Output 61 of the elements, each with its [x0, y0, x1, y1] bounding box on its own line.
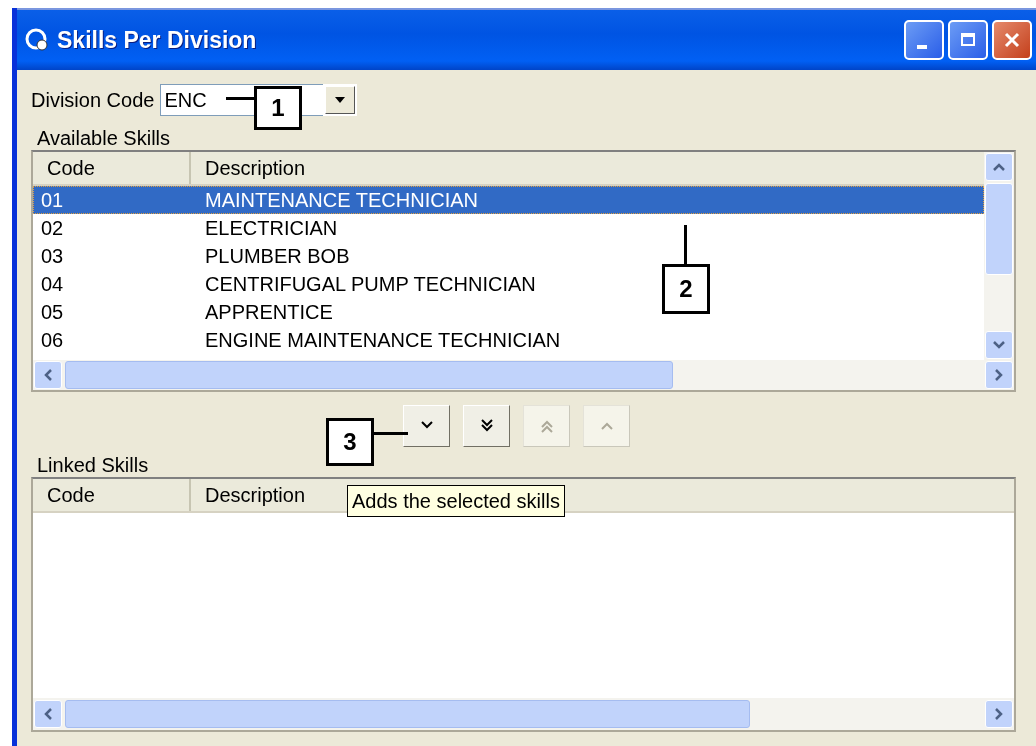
scroll-thumb[interactable]	[65, 361, 673, 389]
scroll-up-button[interactable]	[985, 153, 1013, 181]
minimize-icon	[917, 45, 927, 49]
leader-line	[374, 432, 408, 435]
scroll-down-button[interactable]	[985, 331, 1013, 359]
app-icon	[25, 27, 51, 53]
tooltip: Adds the selected skills	[347, 485, 565, 517]
available-skills-label: Available Skills	[37, 126, 172, 150]
dropdown-arrow-icon	[334, 96, 347, 104]
skill-row[interactable]: 01 MAINTENANCE TECHNICIAN	[33, 186, 984, 214]
window-title: Skills Per Division	[57, 26, 258, 54]
callout-number: 3	[326, 418, 374, 466]
scroll-right-button[interactable]	[985, 700, 1013, 728]
code-cell-text: 06	[40, 328, 65, 353]
skill-row[interactable]: 03 PLUMBER BOB	[33, 242, 350, 270]
code-cell-text: 03	[40, 244, 65, 269]
description-cell-text: MAINTENANCE TECHNICIAN	[204, 188, 478, 213]
scroll-left-button[interactable]	[34, 700, 62, 728]
close-icon	[1002, 30, 1022, 50]
close-button[interactable]	[992, 20, 1032, 60]
code-cell-text: 02	[40, 216, 65, 241]
code-cell-text: 01	[40, 188, 65, 213]
description-cell-text: ELECTRICIAN	[204, 216, 338, 241]
chevron-right-icon	[994, 368, 1004, 382]
chevron-down-icon	[992, 340, 1006, 350]
code-cell-text: 05	[40, 300, 65, 325]
scroll-thumb[interactable]	[65, 700, 750, 728]
callout-number: 1	[254, 86, 302, 130]
code-cell-text: 04	[40, 272, 65, 297]
skill-row[interactable]: 05 APPRENTICE	[33, 298, 333, 326]
description-cell-text: ENGINE MAINTENANCE TECHNICIAN	[204, 328, 561, 353]
column-header[interactable]: Code	[33, 479, 191, 511]
description-cell-text: PLUMBER BOB	[204, 244, 350, 269]
scroll-left-button[interactable]	[34, 361, 62, 389]
scroll-right-button[interactable]	[985, 361, 1013, 389]
division-code-label: Division Code	[31, 88, 155, 112]
minimize-button[interactable]	[904, 20, 944, 60]
description-cell-text: APPRENTICE	[204, 300, 333, 325]
vertical-scrollbar[interactable]	[984, 152, 1014, 360]
horizontal-scrollbar[interactable]	[33, 698, 1014, 730]
column-header[interactable]: Code	[33, 152, 191, 184]
add-button[interactable]	[403, 405, 450, 447]
column-header[interactable]: Description	[191, 152, 320, 184]
add-all-button[interactable]	[463, 405, 510, 447]
leader-line	[684, 225, 687, 264]
dropdown-button[interactable]	[325, 86, 356, 114]
linked-skills-label: Linked Skills	[37, 453, 150, 477]
skill-row[interactable]: 02 ELECTRICIAN	[33, 214, 338, 242]
chevron-right-icon	[994, 707, 1004, 721]
leader-line	[226, 97, 254, 100]
skill-row[interactable]: 06 ENGINE MAINTENANCE TECHNICIAN	[33, 326, 561, 354]
chevron-up-icon	[992, 162, 1006, 172]
chevron-left-icon	[43, 707, 53, 721]
description-cell-text: CENTRIFUGAL PUMP TECHNICIAN	[204, 272, 536, 297]
chevron-left-icon	[43, 368, 53, 382]
maximize-button[interactable]	[948, 20, 988, 60]
horizontal-scrollbar[interactable]	[33, 360, 1014, 390]
division-code-field[interactable]: ENC	[160, 84, 261, 116]
callout-number: 2	[662, 264, 710, 314]
skill-row[interactable]: 04 CENTRIFUGAL PUMP TECHNICIAN	[33, 270, 536, 298]
column-header[interactable]: Description	[191, 479, 320, 511]
